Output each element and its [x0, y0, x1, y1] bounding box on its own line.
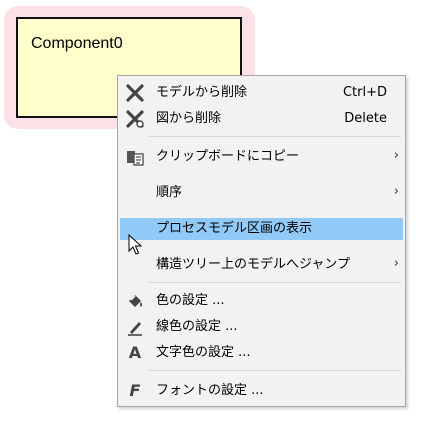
menu-item-delete-from-diagram[interactable]: 図から削除 Delete: [120, 108, 403, 130]
menu-item-label: 線色の設定 ...: [156, 319, 238, 334]
letter-f-icon: F: [129, 381, 141, 400]
letter-a-icon: A: [128, 343, 142, 362]
menu-item-label: モデルから削除: [156, 85, 248, 100]
clipboard-copy-icon: [126, 148, 144, 166]
menu-item-label: プロセスモデル区画の表示: [156, 221, 313, 236]
menu-item-set-color[interactable]: 色の設定 ...: [120, 290, 403, 312]
menu-item-label: 図から削除: [156, 111, 222, 126]
mouse-pointer-icon: [128, 234, 143, 255]
menu-item-set-font[interactable]: F フォントの設定 ...: [120, 380, 403, 402]
menu-separator: [148, 282, 401, 283]
submenu-arrow-icon: ›: [393, 184, 399, 199]
menu-item-label: フォントの設定 ...: [156, 383, 264, 398]
menu-item-label: クリップボードにコピー: [156, 149, 300, 164]
submenu-arrow-icon: ›: [393, 256, 399, 271]
menu-separator: [148, 136, 401, 137]
menu-item-delete-from-model[interactable]: モデルから削除 Ctrl+D: [120, 82, 403, 104]
menu-item-set-text-color[interactable]: A 文字色の設定 ...: [120, 342, 403, 364]
menu-item-label: 文字色の設定 ...: [156, 345, 251, 360]
pen-icon: [126, 318, 144, 336]
menu-item-order[interactable]: 順序 ›: [120, 182, 403, 204]
delete-x-icon: [126, 84, 144, 102]
menu-item-shortcut: Ctrl+D: [342, 85, 387, 100]
context-menu: モデルから削除 Ctrl+D 図から削除 Delete クリップボードにコピー …: [117, 75, 406, 407]
submenu-arrow-icon: ›: [393, 148, 399, 163]
delete-x-icon: [126, 110, 144, 128]
menu-item-set-line-color[interactable]: 線色の設定 ...: [120, 316, 403, 338]
menu-item-label: 順序: [156, 185, 183, 200]
menu-separator: [148, 370, 401, 371]
component-label: Component0: [31, 35, 123, 52]
menu-item-label: 構造ツリー上のモデルへジャンプ: [156, 257, 350, 272]
menu-item-copy-to-clipboard[interactable]: クリップボードにコピー ›: [120, 146, 403, 168]
menu-item-shortcut: Delete: [344, 111, 387, 126]
menu-item-show-process-model-section[interactable]: プロセスモデル区画の表示: [120, 218, 403, 240]
menu-item-jump-to-structure-tree[interactable]: 構造ツリー上のモデルへジャンプ ›: [120, 254, 403, 276]
paint-bucket-icon: [126, 292, 144, 310]
menu-item-label: 色の設定 ...: [156, 293, 225, 308]
